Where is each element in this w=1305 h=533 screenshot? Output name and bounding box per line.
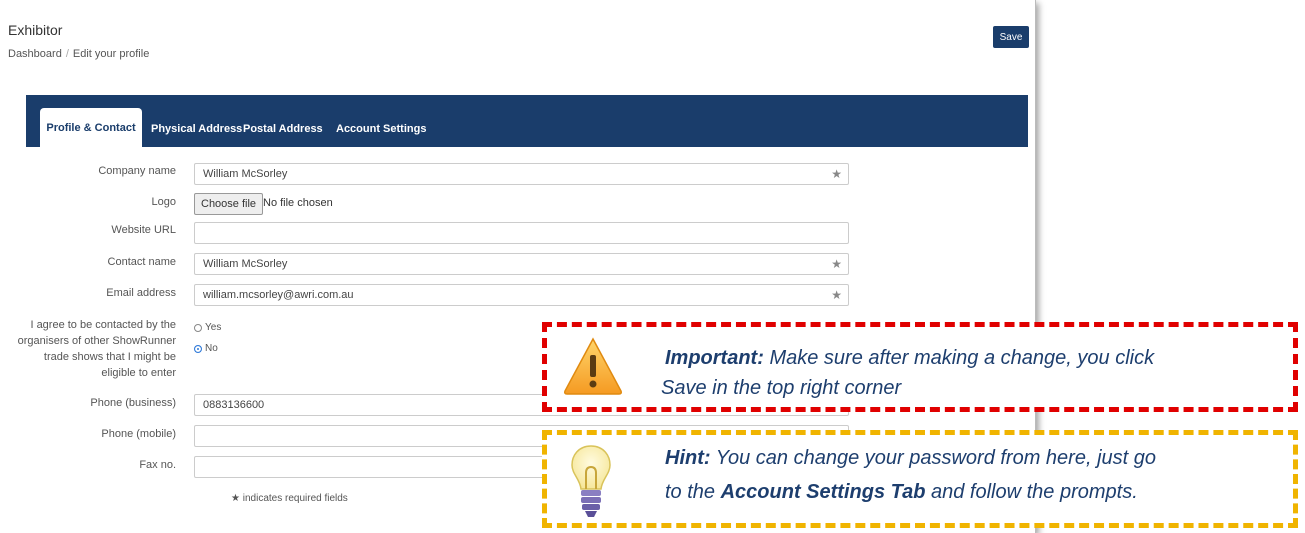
hint-text-suffix: and follow the prompts.	[925, 481, 1138, 503]
required-note-text: indicates required fields	[242, 493, 348, 504]
breadcrumb-dashboard[interactable]: Dashboard	[8, 48, 62, 60]
required-note: ★ indicates required fields	[231, 493, 348, 504]
required-star-icon: ★	[831, 288, 842, 302]
choose-file-button[interactable]: Choose file	[194, 193, 264, 215]
logo-label: Logo	[151, 196, 176, 208]
contact-name-input[interactable]: William McSorley ★	[194, 253, 849, 275]
company-name-label: Company name	[98, 165, 176, 177]
email-label: Email address	[106, 287, 176, 299]
email-value: william.mcsorley@awri.com.au	[203, 289, 354, 301]
breadcrumb: Dashboard / Edit your profile	[8, 48, 149, 60]
important-text-line2: Save in the top right corner	[661, 377, 902, 399]
agree-label-line: I agree to be contacted by the	[30, 319, 176, 331]
radio-checked-icon	[194, 344, 202, 353]
contact-name-value: William McSorley	[203, 258, 288, 270]
website-url-label: Website URL	[111, 224, 176, 236]
hint-text-line1: Hint: You can change your password from …	[665, 443, 1156, 473]
agree-label-line: eligible to enter	[101, 367, 176, 379]
radio-unchecked-icon	[194, 323, 202, 332]
page-title: Exhibitor	[8, 22, 63, 38]
fax-label: Fax no.	[139, 459, 176, 471]
contact-name-label: Contact name	[107, 256, 176, 268]
phone-mobile-label: Phone (mobile)	[101, 428, 176, 440]
important-title: Important:	[665, 347, 764, 369]
agree-label: I agree to be contacted by the organiser…	[4, 317, 176, 381]
company-name-value: William McSorley	[203, 168, 288, 180]
agree-no-label: No	[205, 343, 218, 354]
hint-emphasis: Account Settings Tab	[720, 481, 926, 503]
save-button[interactable]: Save	[993, 26, 1029, 48]
hint-callout: Hint: You can change your password from …	[542, 430, 1298, 528]
tab-profile-contact[interactable]: Profile & Contact	[40, 108, 142, 148]
agree-yes-label: Yes	[205, 322, 222, 333]
hint-text-line2: to the Account Settings Tab and follow t…	[665, 477, 1138, 507]
important-text: Make sure after making a change, you cli…	[769, 347, 1155, 369]
agree-no-radio[interactable]: No	[194, 343, 218, 354]
important-text-line1: Important: Make sure after making a chan…	[665, 343, 1154, 373]
hint-text: You can change your password from here, …	[715, 447, 1157, 469]
required-star-icon: ★	[231, 493, 240, 504]
file-status: No file chosen	[263, 197, 333, 209]
required-star-icon: ★	[831, 167, 842, 181]
lightbulb-icon	[571, 445, 611, 517]
phone-business-label: Phone (business)	[90, 397, 176, 409]
agree-label-line: trade shows that I might be	[43, 351, 176, 363]
hint-text-prefix: to the	[665, 481, 721, 503]
tab-physical-address[interactable]: Physical Address	[151, 123, 242, 135]
breadcrumb-separator: /	[65, 48, 69, 60]
tab-postal-address[interactable]: Postal Address	[243, 123, 323, 135]
agree-label-line: organisers of other ShowRunner	[17, 335, 176, 347]
agree-yes-radio[interactable]: Yes	[194, 322, 221, 333]
hint-title: Hint:	[665, 447, 711, 469]
website-url-input[interactable]	[194, 222, 849, 244]
email-input[interactable]: william.mcsorley@awri.com.au ★	[194, 284, 849, 306]
tab-account-settings[interactable]: Account Settings	[336, 123, 426, 135]
breadcrumb-current: Edit your profile	[72, 48, 150, 60]
tab-bar	[26, 95, 1028, 147]
required-star-icon: ★	[831, 257, 842, 271]
company-name-input[interactable]: William McSorley ★	[194, 163, 849, 185]
phone-business-value: 0883136600	[203, 399, 265, 411]
warning-icon	[564, 337, 622, 395]
important-callout: Important: Make sure after making a chan…	[542, 322, 1298, 412]
